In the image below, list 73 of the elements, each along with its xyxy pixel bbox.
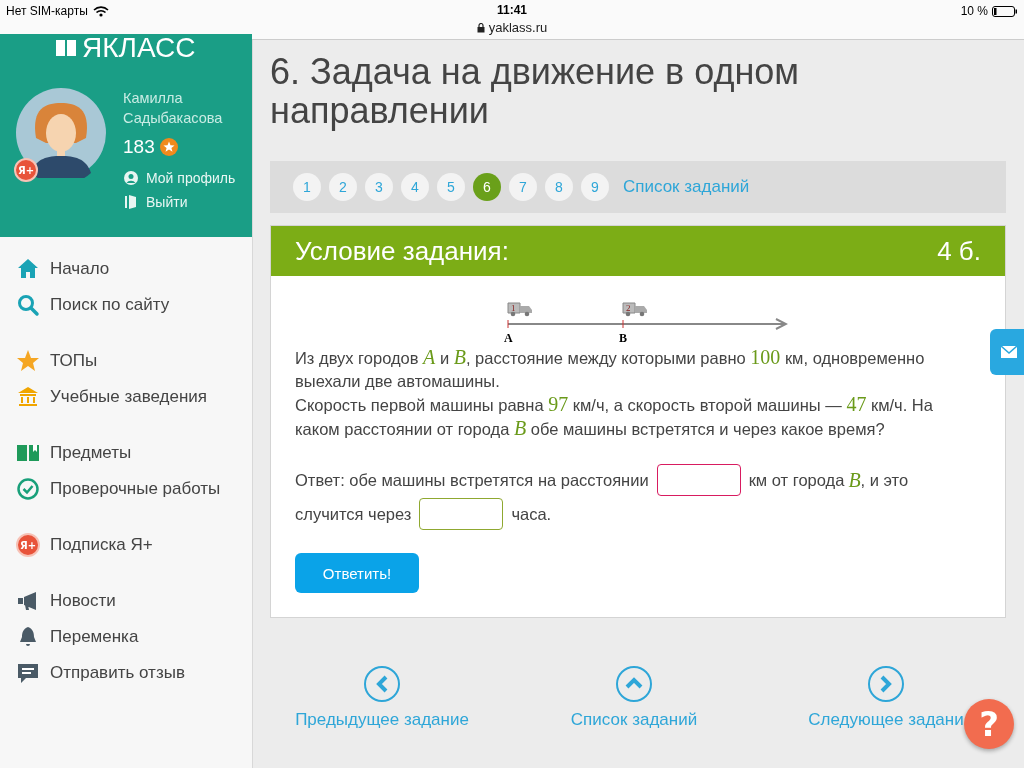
logo-text[interactable]: ЯКЛАСС (82, 34, 196, 62)
problem-text: Скорость первой машины равна 97 км/ч, а скорость второй машины — 47 км/ч. На каком расстоянии от города B обе машины встретятся и через какое время? (295, 393, 934, 441)
chevron-left-icon (364, 666, 400, 702)
car-number: 1 (511, 303, 516, 313)
page-number[interactable]: 9 (581, 173, 609, 201)
star-icon (16, 349, 40, 373)
car-drawing (507, 302, 532, 317)
carrier-label: Нет SIM-карты (6, 4, 88, 18)
page-number[interactable]: 1 (293, 173, 321, 201)
user-circle-icon (123, 170, 139, 186)
point-label: A (504, 331, 513, 344)
door-icon (123, 194, 139, 210)
comment-icon (16, 661, 40, 685)
check-circle-icon (16, 477, 40, 501)
answer-text: км от города (748, 470, 845, 491)
page-title: 6. Задача на движение в одном направлении (270, 52, 801, 130)
page-number[interactable]: 6 (473, 173, 501, 201)
menu-item[interactable]: ТОПы (50, 351, 98, 371)
mail-icon (1001, 346, 1017, 358)
answer-text: часа. (511, 504, 552, 525)
point-label: B (619, 331, 627, 344)
math-variable: B (848, 468, 861, 492)
page-number[interactable]: 5 (437, 173, 465, 201)
building-icon (16, 385, 40, 409)
menu-item[interactable]: Начало (50, 259, 110, 279)
mail-button[interactable] (990, 329, 1024, 375)
input-field[interactable] (419, 498, 504, 530)
battery-percent: 10 % (960, 4, 988, 18)
help-button[interactable]: ? (964, 699, 1014, 749)
menu-item[interactable]: Проверочные работы (50, 479, 221, 499)
profile-link[interactable]: Мой профиль (146, 170, 236, 186)
chevron-up-icon (616, 666, 652, 702)
url-text[interactable]: yaklass.ru (488, 20, 548, 35)
car-number: 2 (626, 303, 631, 313)
page-number[interactable]: 3 (365, 173, 393, 201)
task-list-link[interactable]: Список заданий (623, 177, 750, 197)
menu-item[interactable]: Подписка Я+ (50, 535, 153, 555)
home-icon (16, 257, 40, 281)
chevron-right-icon (868, 666, 904, 702)
section-heading: Условие задания: (295, 235, 509, 267)
logo-icon (56, 38, 76, 58)
answer-text: Ответ: обе машины встретятся на расстоянии (295, 470, 649, 491)
menu-item[interactable]: Отправить отзыв (50, 663, 185, 683)
menu-item[interactable]: Учебные заведения (50, 387, 208, 407)
lock-icon (476, 22, 485, 33)
page-number[interactable]: 7 (509, 173, 537, 201)
input-field[interactable] (656, 464, 741, 496)
page-number[interactable]: 2 (329, 173, 357, 201)
nav-link[interactable]: Предыдущее задание (295, 710, 469, 730)
star-coin-icon (159, 138, 178, 156)
nav-link[interactable]: Следующее задани (808, 710, 964, 730)
page-number[interactable]: 8 (545, 173, 573, 201)
search-icon (16, 293, 40, 317)
menu-item[interactable]: Поиск по сайту (50, 295, 170, 315)
points-label: 4 б. (937, 235, 981, 267)
car-drawing (622, 302, 647, 317)
answer-text: , и это (860, 470, 909, 491)
menu-item[interactable]: Новости (50, 591, 116, 611)
menu-item[interactable]: Предметы (50, 443, 132, 463)
page-number[interactable]: 4 (401, 173, 429, 201)
plus-badge: Я+ (16, 533, 40, 557)
plus-badge: Я+ (14, 158, 38, 182)
battery-icon (992, 5, 1018, 17)
clock: 11:41 (497, 3, 527, 17)
user-name[interactable]: Камилла Садыбакасова (123, 88, 236, 128)
wifi-icon (92, 5, 109, 17)
points-count: 183 (123, 136, 155, 158)
profile-link[interactable]: Выйти (146, 194, 188, 210)
answer-text: случится через (295, 504, 412, 525)
menu-item[interactable]: Переменка (50, 627, 139, 647)
submit-button[interactable]: Ответить! (295, 553, 419, 593)
problem-text: Из двух городов A и B, расстояние между которыми равно 100 км, одновременно выехали две автомашины. (295, 346, 926, 392)
nav-link[interactable]: Список заданий (570, 710, 698, 730)
